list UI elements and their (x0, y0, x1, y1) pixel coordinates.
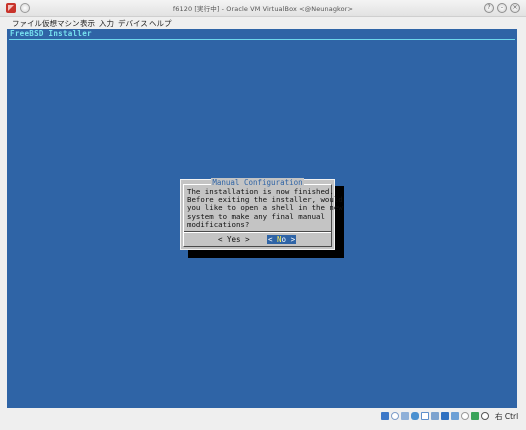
no-button[interactable]: < No > (267, 235, 297, 244)
display-icon[interactable] (441, 412, 449, 420)
close-button[interactable]: × (510, 3, 520, 13)
menu-devices[interactable]: デバイス (118, 18, 148, 29)
installer-title-rule (9, 39, 515, 40)
dialog-message: The installation is now finished. Before… (187, 187, 343, 229)
manual-configuration-dialog: Manual Configuration The installation is… (180, 178, 343, 250)
menu-help[interactable]: ヘルプ (149, 18, 172, 29)
status-bar: 右 Ctrl (0, 408, 526, 430)
hard-disk-icon[interactable] (381, 412, 389, 420)
window-title-bar[interactable]: f6120 [実行中] - Oracle VM VirtualBox <@Neu… (0, 0, 526, 17)
cpu-icon[interactable] (471, 412, 479, 420)
menu-input[interactable]: 入力 (99, 18, 114, 29)
host-key-label: 右 Ctrl (495, 412, 519, 421)
installer-title: FreeBSD Installer (10, 29, 92, 38)
menu-file[interactable]: ファイル (12, 18, 42, 29)
dialog-separator (184, 231, 331, 233)
window-title: f6120 [実行中] - Oracle VM VirtualBox <@Neu… (172, 5, 354, 13)
usb-icon[interactable] (421, 412, 429, 420)
menu-bar: ファイル 仮想マシン 表示 入力 デバイス ヘルプ (0, 17, 526, 29)
help-button[interactable]: ? (484, 3, 494, 13)
minimize-button[interactable]: - (497, 3, 507, 13)
network-icon[interactable] (411, 412, 419, 420)
dialog-title: Manual Configuration (211, 178, 304, 187)
yes-button[interactable]: < Yes > (218, 235, 250, 244)
vm-display[interactable]: FreeBSD Installer Manual Configuration T… (7, 29, 517, 408)
host-key-icon[interactable] (481, 412, 489, 420)
menu-machine[interactable]: 仮想マシン (42, 18, 80, 29)
video-capture-icon[interactable] (451, 412, 459, 420)
mouse-integration-icon[interactable] (461, 412, 469, 420)
shared-folders-icon[interactable] (431, 412, 439, 420)
menu-view[interactable]: 表示 (80, 18, 95, 29)
audio-icon[interactable] (401, 412, 409, 420)
optical-disk-icon[interactable] (391, 412, 399, 420)
